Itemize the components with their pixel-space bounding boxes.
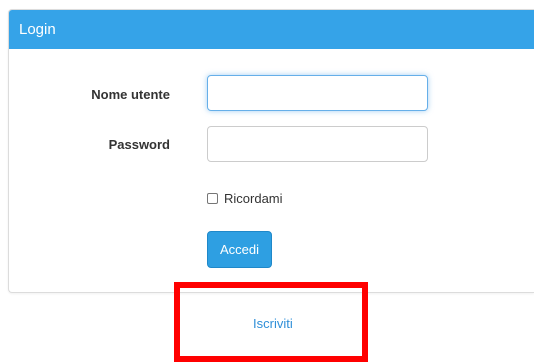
password-input[interactable]	[207, 126, 428, 162]
remember-checkbox[interactable]	[207, 192, 218, 204]
login-panel-header: Login	[9, 10, 534, 49]
register-link[interactable]: Iscriviti	[253, 316, 293, 331]
username-label: Nome utente	[91, 87, 170, 102]
login-panel-title: Login	[19, 21, 56, 38]
remember-label: Ricordami	[224, 190, 283, 206]
login-button[interactable]: Accedi	[207, 231, 272, 268]
remember-me[interactable]: Ricordami	[207, 190, 283, 206]
username-input[interactable]	[207, 75, 428, 111]
password-label: Password	[108, 137, 170, 152]
